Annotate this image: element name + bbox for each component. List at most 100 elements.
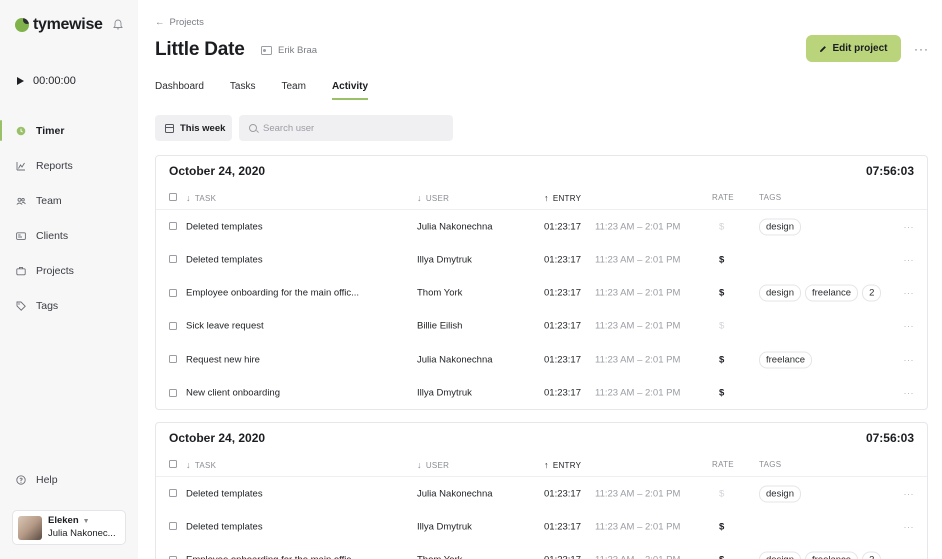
sidebar-item-team[interactable]: Team <box>0 183 138 218</box>
row-more-icon[interactable]: ··· <box>904 489 915 499</box>
select-all-checkbox[interactable] <box>169 193 177 201</box>
help-link[interactable]: Help <box>16 474 58 486</box>
table-row[interactable]: Deleted templates Julia Nakonechna 01:23:1… <box>156 477 927 510</box>
column-task[interactable]: ↓ TASK <box>186 460 216 470</box>
column-rate[interactable]: RATE <box>712 460 734 469</box>
row-checkbox[interactable] <box>169 321 177 330</box>
column-task[interactable]: ↓ TASK <box>186 193 216 203</box>
table-row[interactable]: Employee onboarding for the main offic..… <box>156 277 927 310</box>
column-tags[interactable]: TAGS <box>759 460 781 469</box>
period-filter[interactable]: This week <box>155 115 232 141</box>
entry-duration[interactable]: 01:23:17 <box>544 288 581 299</box>
column-entry[interactable]: ↑ ENTRY <box>544 460 581 470</box>
tab-team[interactable]: Team <box>281 81 305 100</box>
row-more-icon[interactable]: ··· <box>904 555 915 559</box>
row-more-icon[interactable]: ··· <box>904 222 915 232</box>
play-icon[interactable] <box>17 77 24 85</box>
tab-tasks[interactable]: Tasks <box>230 81 256 100</box>
entry-time-range[interactable]: 11:23 AM – 2:01 PM <box>595 254 680 265</box>
entry-time-range[interactable]: 11:23 AM – 2:01 PM <box>595 354 680 365</box>
task-name[interactable]: Request new hire <box>186 354 260 365</box>
task-name[interactable]: Deleted templates <box>186 488 263 499</box>
billable-icon[interactable]: $ <box>719 354 724 365</box>
more-tags-count[interactable]: 2 <box>862 551 882 559</box>
tag-chip[interactable]: freelance <box>805 284 859 302</box>
row-checkbox[interactable] <box>169 522 177 531</box>
entry-time-range[interactable]: 11:23 AM – 2:01 PM <box>595 488 680 499</box>
row-checkbox[interactable] <box>169 355 177 364</box>
entry-time-range[interactable]: 11:23 AM – 2:01 PM <box>595 521 680 532</box>
tag-chip[interactable]: design <box>759 284 801 302</box>
column-tags[interactable]: TAGS <box>759 193 781 202</box>
bell-icon[interactable] <box>113 19 123 30</box>
row-checkbox[interactable] <box>169 388 177 397</box>
row-more-icon[interactable]: ··· <box>904 288 915 298</box>
search-input[interactable] <box>263 122 443 134</box>
task-name[interactable]: New client onboarding <box>186 388 280 399</box>
table-row[interactable]: New client onboarding Illya Dmytruk 01:23:… <box>156 377 927 410</box>
billable-icon[interactable]: $ <box>719 555 724 559</box>
table-row[interactable]: Deleted templates Illya Dmytruk 01:23:17 11… <box>156 510 927 543</box>
billable-icon[interactable]: $ <box>719 521 724 532</box>
billable-icon[interactable]: $ <box>719 321 724 332</box>
sidebar-item-reports[interactable]: Reports <box>0 148 138 183</box>
entry-duration[interactable]: 01:23:17 <box>544 354 581 365</box>
task-name[interactable]: Employee onboarding for the main offic..… <box>186 555 359 559</box>
task-name[interactable]: Deleted templates <box>186 221 263 232</box>
billable-icon[interactable]: $ <box>719 388 724 399</box>
row-more-icon[interactable]: ··· <box>904 355 915 365</box>
breadcrumb[interactable]: ← Projects <box>155 17 204 28</box>
task-name[interactable]: Employee onboarding for the main offic..… <box>186 288 359 299</box>
billable-icon[interactable]: $ <box>719 254 724 265</box>
task-name[interactable]: Deleted templates <box>186 254 263 265</box>
task-name[interactable]: Deleted templates <box>186 521 263 532</box>
row-checkbox[interactable] <box>169 555 177 559</box>
entry-duration[interactable]: 01:23:17 <box>544 521 581 532</box>
sidebar-item-tags[interactable]: Tags <box>0 288 138 323</box>
entry-time-range[interactable]: 11:23 AM – 2:01 PM <box>595 555 680 559</box>
row-checkbox[interactable] <box>169 255 177 264</box>
row-checkbox[interactable] <box>169 288 177 297</box>
column-rate[interactable]: RATE <box>712 193 734 202</box>
tab-activity[interactable]: Activity <box>331 81 369 100</box>
billable-icon[interactable]: $ <box>719 288 724 299</box>
column-entry[interactable]: ↑ ENTRY <box>544 193 581 203</box>
sidebar-item-projects[interactable]: Projects <box>0 253 138 288</box>
table-row[interactable]: Deleted templates Illya Dmytruk 01:23:17 11… <box>156 243 927 276</box>
billable-icon[interactable]: $ <box>719 221 724 232</box>
entry-duration[interactable]: 01:23:17 <box>544 388 581 399</box>
entry-duration[interactable]: 01:23:17 <box>544 254 581 265</box>
tag-chip[interactable]: design <box>759 551 801 559</box>
row-more-icon[interactable]: ··· <box>904 388 915 398</box>
edit-project-button[interactable]: Edit project <box>806 35 901 62</box>
column-user[interactable]: ↓ USER <box>417 193 449 203</box>
row-checkbox[interactable] <box>169 222 177 230</box>
entry-duration[interactable]: 01:23:17 <box>544 221 581 232</box>
entry-duration[interactable]: 01:23:17 <box>544 321 581 332</box>
select-all-checkbox[interactable] <box>169 460 177 468</box>
table-row[interactable]: Sick leave request Billie Eilish 01:23:17 1… <box>156 310 927 343</box>
more-options-icon[interactable]: ··· <box>914 42 929 56</box>
column-user[interactable]: ↓ USER <box>417 460 449 470</box>
row-checkbox[interactable] <box>169 489 177 497</box>
table-row[interactable]: Request new hire Julia Nakonechna 01:23:17… <box>156 343 927 376</box>
tag-chip[interactable]: design <box>759 485 801 502</box>
tag-chip[interactable]: design <box>759 218 801 235</box>
entry-duration[interactable]: 01:23:17 <box>544 555 581 559</box>
entry-time-range[interactable]: 11:23 AM – 2:01 PM <box>595 321 680 332</box>
entry-time-range[interactable]: 11:23 AM – 2:01 PM <box>595 288 680 299</box>
row-more-icon[interactable]: ··· <box>904 255 915 265</box>
entry-duration[interactable]: 01:23:17 <box>544 488 581 499</box>
tag-chip[interactable]: freelance <box>805 551 859 559</box>
task-name[interactable]: Sick leave request <box>186 321 264 332</box>
billable-icon[interactable]: $ <box>719 488 724 499</box>
table-row[interactable]: Employee onboarding for the main offic..… <box>156 544 927 559</box>
row-more-icon[interactable]: ··· <box>904 522 915 532</box>
app-logo[interactable]: tymewise <box>15 16 103 34</box>
row-more-icon[interactable]: ··· <box>904 321 915 331</box>
sidebar-item-clients[interactable]: Clients <box>0 218 138 253</box>
entry-time-range[interactable]: 11:23 AM – 2:01 PM <box>595 221 680 232</box>
table-row[interactable]: Deleted templates Julia Nakonechna 01:23:1… <box>156 210 927 243</box>
entry-time-range[interactable]: 11:23 AM – 2:01 PM <box>595 388 680 399</box>
tag-chip[interactable]: freelance <box>759 351 813 369</box>
